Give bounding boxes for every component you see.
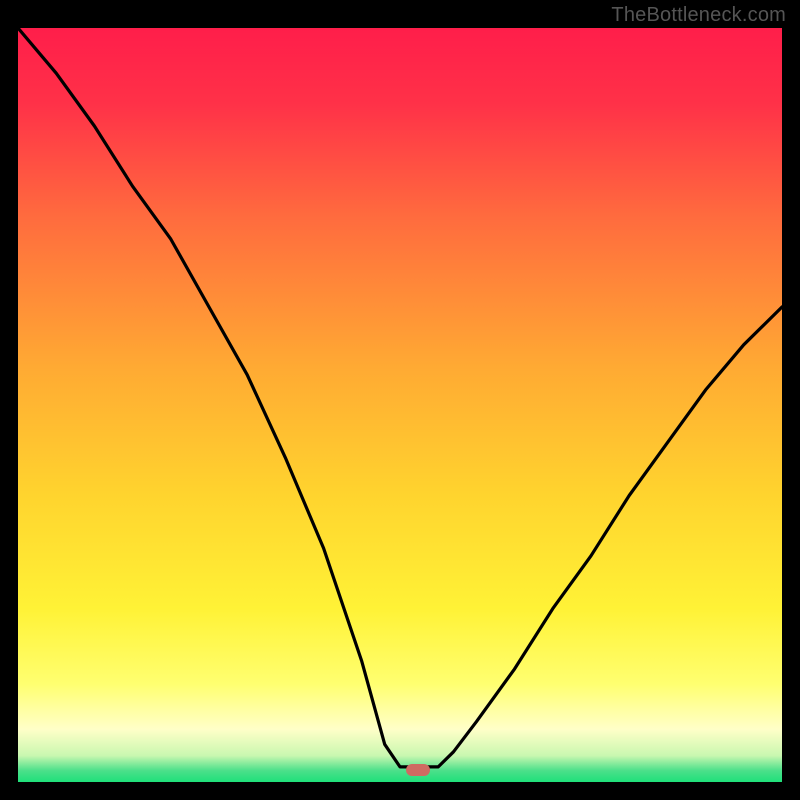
plot-area xyxy=(18,28,782,782)
bottleneck-curve xyxy=(18,28,782,782)
minimum-marker xyxy=(406,764,430,776)
chart-frame: TheBottleneck.com xyxy=(0,0,800,800)
watermark-label: TheBottleneck.com xyxy=(611,4,786,27)
